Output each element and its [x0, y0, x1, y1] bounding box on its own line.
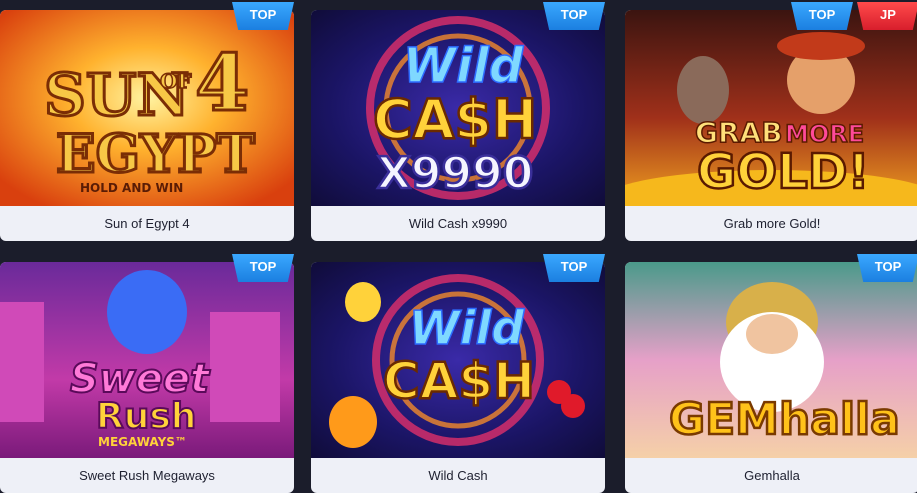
game-thumbnail[interactable]: Sweet Rush MEGAWAYS™	[0, 262, 294, 458]
sun-of-egypt-art: SUN OF 4 EGYPT HOLD AND WIN	[0, 10, 294, 206]
svg-text:MEGAWAYS™: MEGAWAYS™	[98, 435, 187, 449]
badge-group: TOP	[543, 254, 605, 282]
badge-group: TOP	[857, 254, 917, 282]
svg-text:OF: OF	[160, 69, 192, 93]
game-thumbnail[interactable]: Wild CA$H	[311, 262, 605, 458]
svg-text:CA$H: CA$H	[373, 88, 537, 151]
sweet-rush-art: Sweet Rush MEGAWAYS™	[0, 262, 294, 458]
game-card-gemhalla[interactable]: GEMhalla Gemhalla TOP	[625, 259, 917, 493]
game-thumbnail[interactable]: Wild CA$H X9990	[311, 10, 605, 206]
svg-text:HOLD AND WIN: HOLD AND WIN	[80, 181, 183, 195]
game-thumbnail[interactable]: GRAB MORE GOLD!	[625, 10, 917, 206]
game-title: Gemhalla	[744, 468, 800, 483]
badge-group: TOP	[543, 2, 605, 30]
top-badge: TOP	[543, 254, 605, 282]
badge-group: TOP	[232, 254, 294, 282]
top-badge: TOP	[543, 2, 605, 30]
wild-cash-art: Wild CA$H	[311, 262, 605, 458]
game-title: Sweet Rush Megaways	[79, 468, 215, 483]
game-title: Wild Cash	[428, 468, 488, 483]
svg-text:X9990: X9990	[377, 148, 533, 199]
game-title: Sun of Egypt 4	[104, 216, 190, 231]
svg-text:4: 4	[195, 38, 249, 129]
top-badge: TOP	[857, 254, 917, 282]
game-card-grab-more-gold[interactable]: GRAB MORE GOLD! Grab more Gold! TOP JP	[625, 7, 917, 241]
game-thumbnail[interactable]: SUN OF 4 EGYPT HOLD AND WIN	[0, 10, 294, 206]
game-title: Grab more Gold!	[723, 216, 821, 231]
svg-text:GEMhalla: GEMhalla	[669, 394, 900, 445]
svg-text:EGYPT: EGYPT	[56, 124, 255, 185]
game-card-sun-of-egypt-4[interactable]: SUN OF 4 EGYPT HOLD AND WIN Sun of Egypt…	[0, 7, 294, 241]
badge-group: TOP JP	[791, 2, 917, 30]
top-badge: TOP	[791, 2, 853, 30]
svg-text:Rush: Rush	[96, 396, 196, 437]
top-badge: TOP	[232, 254, 294, 282]
svg-text:CA$H: CA$H	[383, 352, 535, 410]
svg-text:Wild: Wild	[403, 38, 524, 94]
game-card-wild-cash[interactable]: Wild CA$H Wild Cash TOP	[311, 259, 605, 493]
wild-cash-x9990-art: Wild CA$H X9990	[311, 10, 605, 206]
grab-more-gold-art: GRAB MORE GOLD!	[625, 10, 917, 206]
jackpot-badge: JP	[857, 2, 917, 30]
gemhalla-art: GEMhalla	[625, 262, 917, 458]
svg-text:Wild: Wild	[409, 301, 525, 355]
top-badge: TOP	[232, 2, 294, 30]
game-title: Wild Cash x9990	[408, 216, 508, 231]
game-card-sweet-rush-megaways[interactable]: Sweet Rush MEGAWAYS™ Sweet Rush Megaways…	[0, 259, 294, 493]
badge-group: TOP	[232, 2, 294, 30]
game-card-wild-cash-x9990[interactable]: Wild CA$H X9990 Wild Cash x9990 TOP	[311, 7, 605, 241]
game-thumbnail[interactable]: GEMhalla	[625, 262, 917, 458]
svg-text:GOLD!: GOLD!	[697, 144, 870, 200]
